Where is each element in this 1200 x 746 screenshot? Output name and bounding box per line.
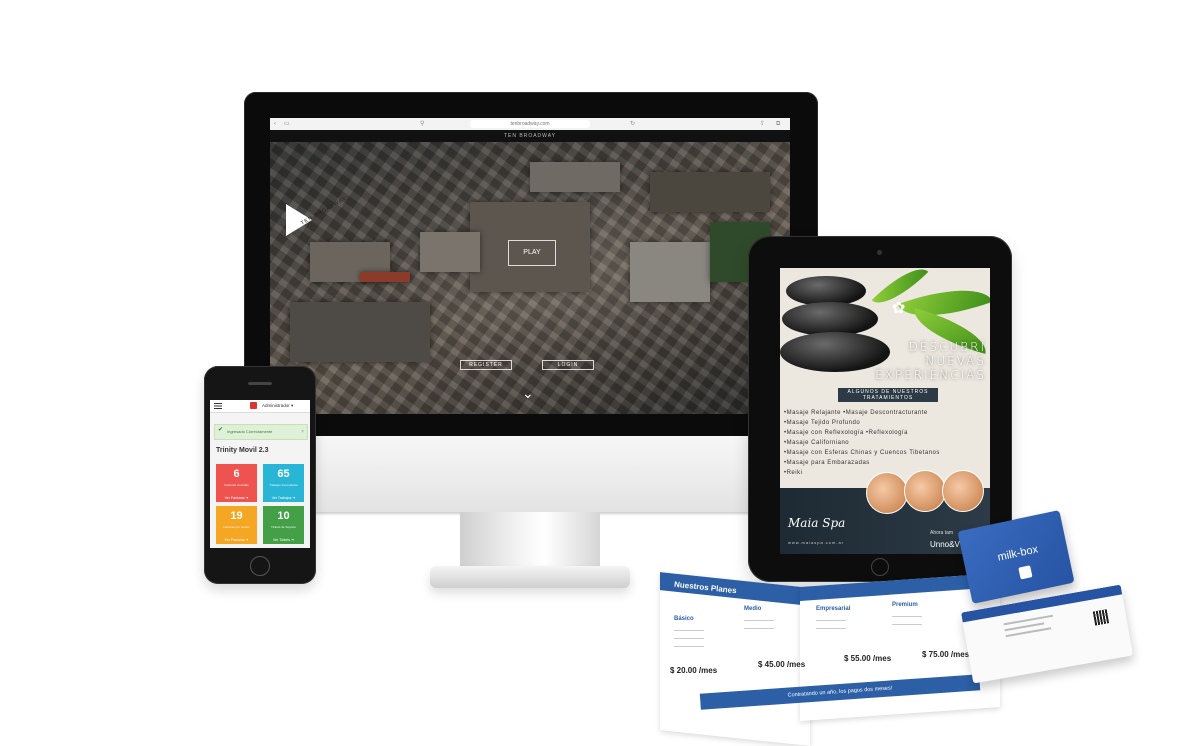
back-icon[interactable]: ‹ (274, 120, 276, 128)
register-button[interactable]: REGISTER (460, 360, 512, 370)
menu-icon[interactable] (214, 403, 222, 409)
list-item: •Masaje Tejido Profundo (784, 420, 861, 426)
app-title: Trinity Movil 2.3 (216, 447, 269, 454)
tile-value: 65 (277, 468, 290, 480)
building (530, 162, 620, 192)
pricing-brochure: Nuestros Planes Básico Medio Empresarial… (660, 572, 1020, 746)
feature-row (816, 620, 846, 621)
check-icon: ✔ (218, 427, 224, 433)
phone-home-button[interactable] (250, 556, 270, 576)
stone (782, 302, 878, 336)
feature-row (892, 616, 922, 617)
plan-label: Empresarial (816, 606, 851, 612)
phone-screen: Administrador ▾ ✔ Ingresado Correctament… (210, 400, 310, 548)
tile-overdue-invoices[interactable]: 6 Facturas vencidas Ver Facturas ➜ (216, 464, 257, 502)
feature-row (816, 628, 846, 629)
card-line (1003, 614, 1054, 626)
red-roof (360, 272, 410, 282)
plan-price: $ 20.00 /mes (670, 666, 718, 675)
scroll-down-icon[interactable]: ⌄ (522, 386, 534, 400)
building (650, 172, 770, 212)
imac-base (430, 566, 630, 588)
reload-icon[interactable]: ↻ (630, 120, 635, 128)
list-item: •Masaje con Esferas Chinas y Cuencos Tib… (784, 450, 940, 456)
feature-row (744, 620, 774, 621)
hero-image: TEN BROADWAY PLAY REGISTER LOGIN ⌄ (270, 142, 790, 414)
tabs-icon[interactable]: ⧉ (776, 120, 780, 128)
headline-line-3: EXPERIENCIAS (875, 368, 986, 382)
ipad-home-button[interactable] (871, 558, 889, 576)
flower-icon: ✿ (892, 300, 906, 317)
notification-icon[interactable] (250, 402, 257, 409)
feature-row (744, 628, 774, 629)
tile-caption: Trabajos Incompletos (269, 483, 298, 487)
spa-url[interactable]: www.maiaspa.com.ar (788, 540, 844, 545)
tile-link[interactable]: Ver Trabajos ➜ (263, 496, 304, 500)
url-field[interactable]: tenbroadway.com (470, 120, 590, 128)
plan-label: Básico (674, 616, 694, 622)
card-brand: milk-box (996, 543, 1040, 564)
list-item: •Masaje Relajante •Masaje Descontractura… (784, 410, 928, 416)
share-icon[interactable]: ⇪ (760, 120, 765, 128)
lock-icon: ⚲ (420, 121, 425, 127)
tile-caption: Facturas vencidas (224, 483, 249, 487)
list-item: •Masaje para Embarazadas (784, 460, 870, 466)
alert-text: Ingresado Correctamente (227, 429, 273, 434)
tile-incomplete-jobs[interactable]: 65 Trabajos Incompletos Ver Trabajos ➜ (263, 464, 304, 502)
phone-speaker (248, 382, 272, 385)
plan-price: $ 45.00 /mes (758, 660, 806, 669)
list-item: •Masaje con Reflexología •Reflexología (784, 430, 908, 436)
imac-stand (460, 512, 600, 574)
feature-row (892, 624, 922, 625)
qr-code-icon (1092, 609, 1110, 626)
tile-value: 19 (230, 510, 243, 522)
sidebar-icon[interactable]: ▭ (284, 120, 290, 128)
partner-brand: Unno&V (930, 540, 960, 549)
success-alert: ✔ Ingresado Correctamente × (214, 424, 308, 440)
tile-link[interactable]: Ver Tickets ➜ (263, 538, 304, 542)
tile-caption: Tickets de Soporte (271, 525, 296, 529)
tile-due-invoices[interactable]: 19 Facturas por vencer Ver Facturas ➜ (216, 506, 257, 544)
headline-line-2: NUEVAS (925, 354, 986, 368)
plan-label: Premium (892, 602, 918, 608)
spa-logo: Maia Spa (788, 516, 846, 530)
user-menu[interactable]: Administrador ▾ (262, 401, 293, 411)
building (420, 232, 480, 272)
app-topbar: Administrador ▾ (210, 400, 310, 413)
treatment-photo (942, 470, 984, 512)
building (630, 242, 710, 302)
feature-row (674, 646, 704, 647)
list-item: •Masaje Californiano (784, 440, 850, 446)
feature-row (674, 630, 704, 631)
spa-now-text: Ahora tam (930, 530, 954, 536)
imac-screen: ‹ ▭ ⚲ tenbroadway.com ↻ ⇪ ⧉ TEN BROADWAY… (270, 118, 790, 414)
treatment-photo (866, 472, 908, 514)
feature-row (674, 638, 704, 639)
tile-link[interactable]: Ver Facturas ➜ (216, 496, 257, 500)
ipad-screen: ✿ DESCUBRÍ NUEVAS EXPERIENCIAS ALGUNOS D… (780, 268, 990, 554)
ipad-camera (877, 250, 882, 255)
building (290, 302, 430, 362)
treatment-photo (904, 470, 946, 512)
tile-value: 6 (233, 468, 240, 480)
treatments-list: •Masaje Relajante •Masaje Descontractura… (784, 408, 988, 478)
site-header: TEN BROADWAY (270, 130, 790, 142)
login-button[interactable]: LOGIN (542, 360, 594, 370)
plan-price: $ 75.00 /mes (922, 650, 970, 659)
tile-support-tickets[interactable]: 10 Tickets de Soporte Ver Tickets ➜ (263, 506, 304, 544)
treatments-heading: ALGUNOS DE NUESTROS TRATAMIENTOS (838, 388, 938, 402)
close-icon[interactable]: × (301, 425, 304, 439)
tile-link[interactable]: Ver Facturas ➜ (216, 538, 257, 542)
plan-label: Medio (744, 606, 762, 612)
play-button[interactable]: PLAY (508, 240, 556, 266)
imac-chin (244, 436, 818, 512)
brand-mark-icon (1018, 565, 1033, 580)
headline-line-1: DESCUBRÍ (908, 340, 986, 354)
tile-caption: Facturas por vencer (223, 525, 250, 529)
tile-value: 10 (277, 510, 290, 522)
plan-price: $ 55.00 /mes (844, 654, 892, 663)
